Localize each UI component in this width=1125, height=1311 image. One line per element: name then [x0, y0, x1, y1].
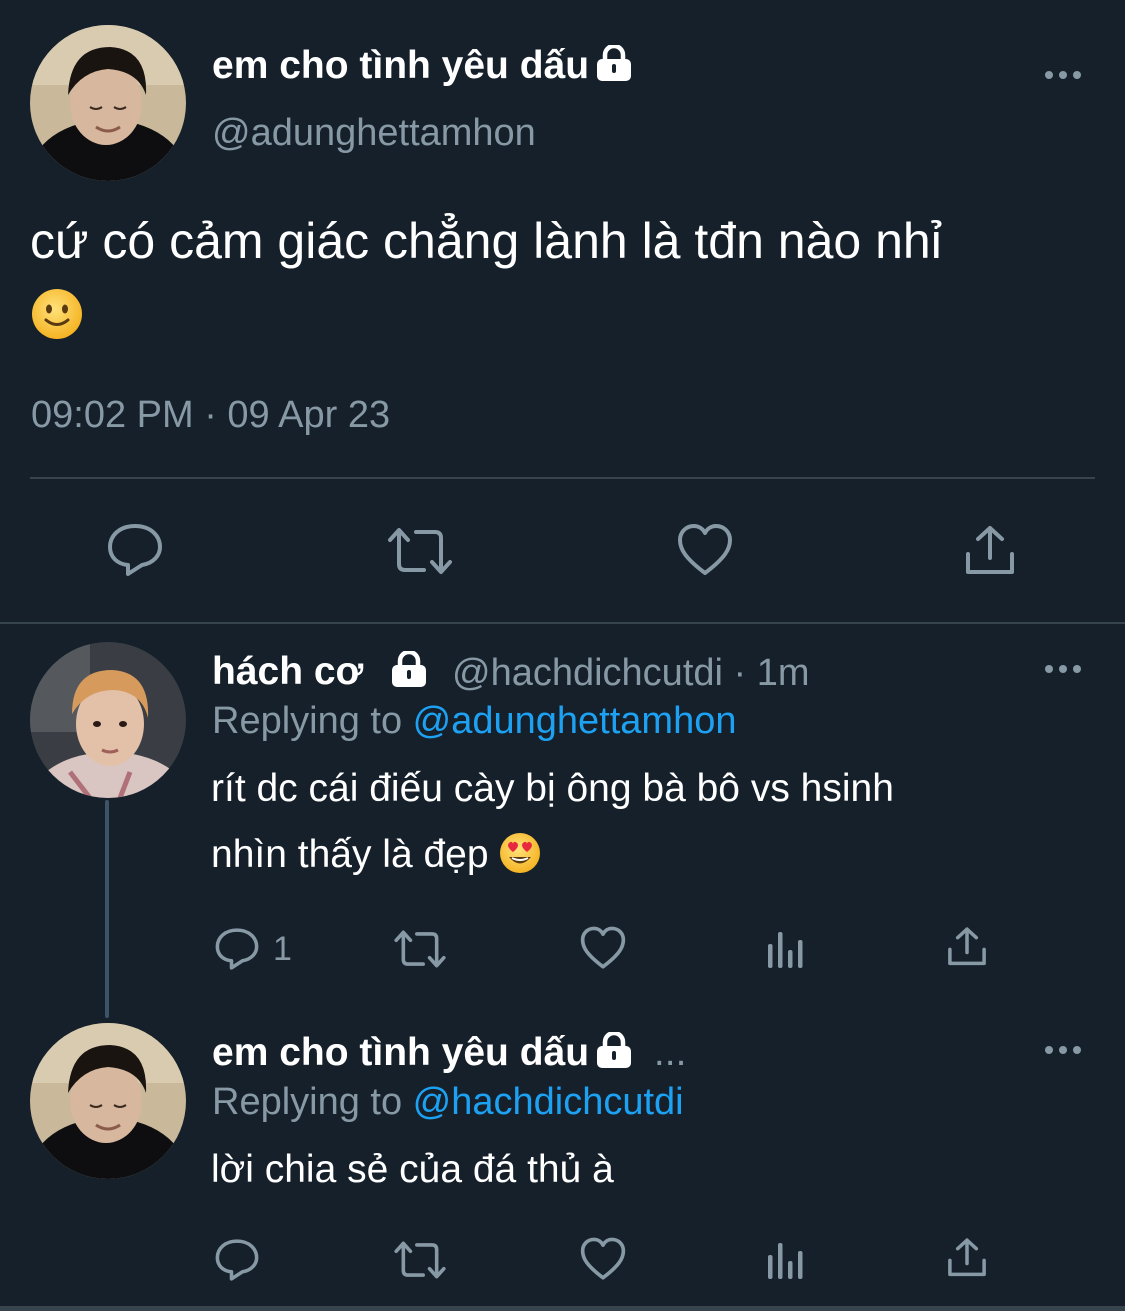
share-icon[interactable] [946, 926, 988, 968]
mention-link[interactable]: @adunghettamhon [413, 700, 737, 742]
lock-icon [388, 649, 430, 697]
heart-eyes-emoji [499, 829, 541, 873]
reply-1-author-name[interactable]: hách cơ [212, 649, 430, 697]
main-tweet-text: cứ có cảm giác chẳng lành là tđn nào nhỉ [30, 213, 942, 269]
like-heart-icon[interactable] [580, 1237, 626, 1281]
reply-1-replying-to: Replying to @adunghettamhon [212, 700, 737, 742]
more-options-icon[interactable] [1043, 1045, 1083, 1055]
share-icon[interactable] [946, 1237, 988, 1279]
avatar-main-author[interactable] [30, 1023, 186, 1179]
reply-count: 1 [273, 930, 292, 968]
name-truncation-ellipsis: ... [653, 1031, 687, 1074]
avatar-reply-author[interactable] [30, 642, 186, 798]
avatar-main-author[interactable] [30, 25, 186, 181]
retweet-icon[interactable] [393, 1240, 447, 1280]
section-divider [0, 622, 1125, 624]
reply-2-replying-to: Replying to @hachdichcutdi [212, 1081, 684, 1123]
like-heart-icon[interactable] [580, 926, 626, 970]
main-author-handle[interactable]: @adunghettamhon [212, 112, 536, 155]
reply-icon[interactable] [214, 927, 260, 971]
tweet-timestamp[interactable]: 09:02 PM · 09 Apr 23 [31, 394, 390, 437]
main-author-name[interactable]: em cho tình yêu dấu [212, 43, 635, 91]
slightly-smiling-face-emoji [31, 288, 83, 340]
divider [30, 477, 1095, 479]
lock-icon [593, 1030, 635, 1078]
reply-2-author-name[interactable]: em cho tình yêu dấu ... [212, 1030, 687, 1078]
reply-icon[interactable] [106, 522, 164, 578]
bottom-divider [0, 1306, 1125, 1311]
share-icon[interactable] [963, 524, 1017, 578]
more-options-icon[interactable] [1043, 664, 1083, 674]
analytics-icon[interactable] [766, 928, 806, 970]
reply-icon[interactable] [214, 1238, 260, 1282]
reply-1-text: rít dc cái điếu cày bị ông bà bô vs hsin… [211, 767, 894, 876]
reply-1-handle-time[interactable]: @hachdichcutdi · 1m [452, 652, 810, 695]
retweet-icon[interactable] [386, 526, 454, 576]
thread-connector-line [105, 800, 109, 1018]
more-options-icon[interactable] [1043, 70, 1083, 80]
analytics-icon[interactable] [766, 1239, 806, 1281]
lock-icon [593, 43, 635, 91]
reply-2-text: lời chia sẻ của đá thủ à [211, 1148, 614, 1191]
like-heart-icon[interactable] [677, 523, 733, 577]
mention-link[interactable]: @hachdichcutdi [413, 1081, 684, 1123]
retweet-icon[interactable] [393, 929, 447, 969]
